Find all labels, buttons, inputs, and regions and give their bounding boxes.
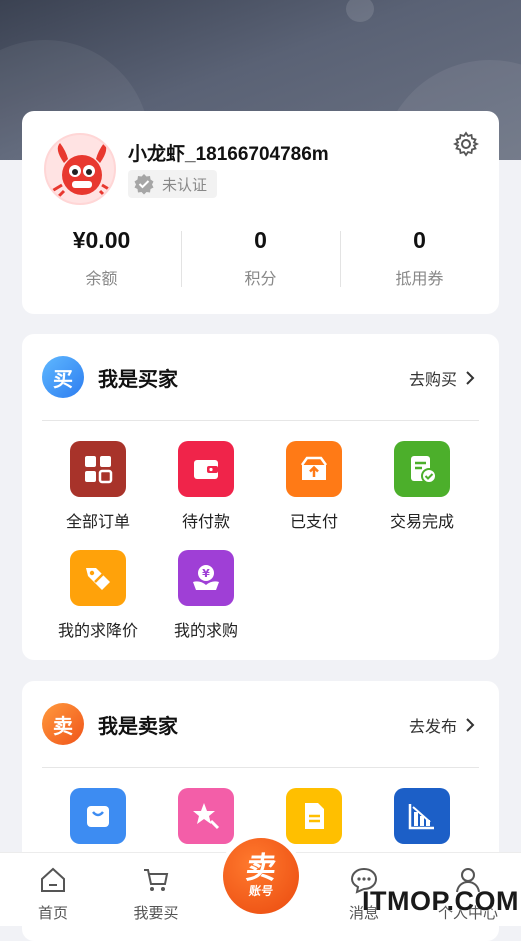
seller-section-header: 卖 我是卖家 bbox=[42, 703, 178, 745]
crayfish-avatar-icon bbox=[51, 143, 113, 201]
stat-points[interactable]: 0 积分 bbox=[181, 223, 340, 293]
buyer-section-header: 买 我是买家 bbox=[42, 356, 178, 398]
completed-label: 交易完成 bbox=[389, 514, 454, 531]
divider bbox=[42, 767, 479, 768]
tab-home-label: 首页 bbox=[37, 905, 68, 922]
buyer-section: 买 我是买家 去购买 全部订单 待付款 已支付 交易完成 我的求降价 ¥ 我的求… bbox=[22, 334, 499, 660]
my-purchase-requests-label: 我的求购 bbox=[173, 623, 238, 640]
coupons-value: 0 bbox=[413, 227, 426, 253]
divider bbox=[42, 420, 479, 421]
gear-icon bbox=[452, 131, 480, 157]
avatar[interactable] bbox=[44, 133, 116, 205]
doc-check-icon bbox=[394, 441, 450, 497]
seller-item-document[interactable] bbox=[260, 788, 368, 844]
go-publish-link[interactable]: 去发布 bbox=[409, 713, 475, 737]
verify-status-label: 未认证 bbox=[162, 176, 208, 194]
chevron-right-icon bbox=[466, 371, 475, 385]
wallet-icon bbox=[178, 441, 234, 497]
pending-payment-label: 待付款 bbox=[181, 514, 230, 531]
cart-icon bbox=[144, 869, 169, 891]
my-price-requests-button[interactable]: 我的求降价 bbox=[44, 550, 152, 641]
balance-label: 余额 bbox=[85, 271, 118, 288]
profile-card: 小龙虾_18166704786m 未认证 ¥0.00 余额 0 积分 0 抵用券 bbox=[22, 111, 499, 314]
tab-buy[interactable]: 我要买 bbox=[106, 853, 206, 923]
coin-hand-icon: ¥ bbox=[178, 550, 234, 606]
box-upload-icon bbox=[286, 441, 342, 497]
verify-status-badge[interactable]: 未认证 bbox=[128, 170, 218, 198]
chart-down-icon bbox=[394, 788, 450, 844]
points-label: 积分 bbox=[244, 271, 277, 288]
stat-coupons[interactable]: 0 抵用券 bbox=[340, 223, 499, 293]
go-buy-label: 去购买 bbox=[408, 372, 457, 389]
buyer-badge-icon: 买 bbox=[42, 356, 84, 398]
grid-icon bbox=[70, 441, 126, 497]
coupons-label: 抵用券 bbox=[395, 271, 444, 288]
svg-text:¥: ¥ bbox=[202, 567, 210, 580]
settings-button[interactable] bbox=[452, 131, 480, 157]
all-orders-button[interactable]: 全部订单 bbox=[44, 441, 152, 532]
paid-label: 已支付 bbox=[289, 514, 338, 531]
sell-account-icon: 卖 账号 bbox=[223, 838, 299, 914]
decor-circle bbox=[346, 0, 374, 22]
sell-big-label: 卖 bbox=[243, 852, 279, 885]
pending-payment-button[interactable]: 待付款 bbox=[152, 441, 260, 532]
all-orders-label: 全部订单 bbox=[65, 514, 130, 531]
seller-item-chart[interactable] bbox=[368, 788, 476, 844]
seller-item-bag[interactable] bbox=[44, 788, 152, 844]
sell-small-label: 账号 bbox=[248, 884, 274, 898]
tab-home[interactable]: 首页 bbox=[3, 853, 103, 923]
paid-button[interactable]: 已支付 bbox=[260, 441, 368, 532]
account-stats: ¥0.00 余额 0 积分 0 抵用券 bbox=[22, 223, 499, 293]
sell-account-button[interactable]: 卖 账号 bbox=[219, 834, 303, 918]
home-icon bbox=[41, 867, 65, 892]
completed-button[interactable]: 交易完成 bbox=[368, 441, 476, 532]
verified-shield-icon bbox=[134, 174, 154, 195]
balance-value: ¥0.00 bbox=[72, 227, 131, 253]
tag-icon bbox=[70, 550, 126, 606]
seller-badge-icon: 卖 bbox=[42, 703, 84, 745]
watermark: ITMOP.COM bbox=[362, 886, 520, 916]
document-icon bbox=[286, 788, 342, 844]
username: 小龙虾_18166704786m bbox=[128, 144, 329, 165]
my-price-requests-label: 我的求降价 bbox=[57, 623, 138, 640]
buyer-section-title: 我是买家 bbox=[98, 368, 178, 391]
seller-section-title: 我是卖家 bbox=[98, 715, 178, 738]
stat-balance[interactable]: ¥0.00 余额 bbox=[22, 223, 181, 293]
go-buy-link[interactable]: 去购买 bbox=[409, 366, 475, 390]
go-publish-label: 去发布 bbox=[408, 719, 457, 736]
points-value: 0 bbox=[254, 227, 267, 253]
tab-buy-label: 我要买 bbox=[133, 905, 179, 922]
seller-item-star[interactable] bbox=[152, 788, 260, 844]
bag-icon bbox=[70, 788, 126, 844]
chevron-right-icon bbox=[466, 718, 475, 732]
star-search-icon bbox=[178, 788, 234, 844]
my-purchase-requests-button[interactable]: ¥ 我的求购 bbox=[152, 550, 260, 641]
